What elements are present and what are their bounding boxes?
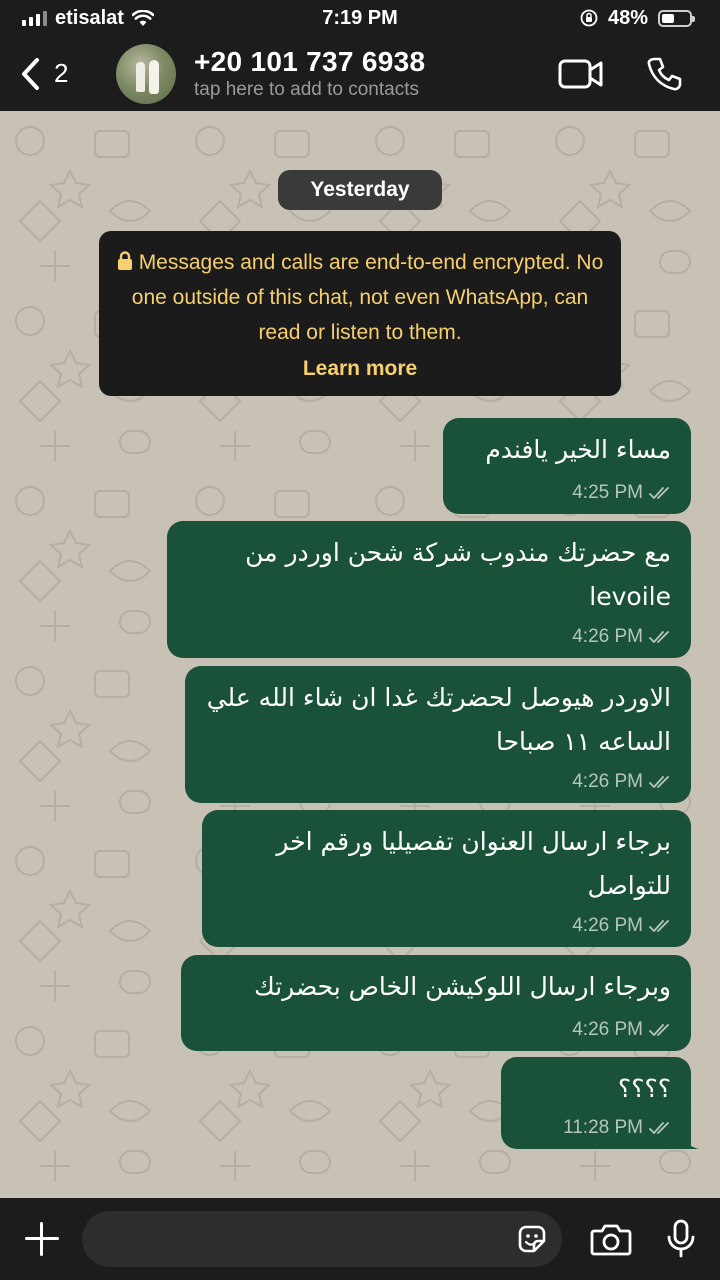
- contact-info[interactable]: +20 101 737 6938 tap here to add to cont…: [194, 46, 425, 101]
- battery-icon: [658, 9, 695, 27]
- message-input[interactable]: [82, 1211, 562, 1267]
- carrier-label: etisalat: [55, 6, 124, 29]
- avatar-figure: [136, 61, 145, 92]
- encryption-notice[interactable]: Messages and calls are end-to-end encryp…: [99, 231, 621, 396]
- date-divider: Yesterday: [278, 170, 442, 210]
- message-bubble[interactable]: مساء الخير يافندم 4:25 PM: [443, 418, 691, 514]
- message-time: 4:25 PM: [572, 482, 643, 503]
- learn-more-link[interactable]: Learn more: [115, 351, 605, 386]
- message-text: برجاء ارسال العنوان تفصيليا ورقم اخر للت…: [276, 827, 671, 900]
- input-bar: [0, 1198, 720, 1280]
- message-meta: 4:26 PM: [572, 771, 673, 793]
- orientation-lock-icon: [580, 9, 598, 27]
- status-bar: etisalat 7:19 PM 48%: [0, 0, 720, 36]
- avatar-figure: [149, 59, 159, 94]
- wifi-icon: [131, 9, 154, 26]
- message-bubble[interactable]: وبرجاء ارسال اللوكيشن الخاص بحضرتك 4:26 …: [181, 955, 691, 1051]
- message-bubble[interactable]: الاوردر هيوصل لحضرتك غدا ان شاء الله علي…: [185, 666, 691, 803]
- camera-icon[interactable]: [590, 1222, 632, 1256]
- phone-icon[interactable]: [646, 56, 682, 92]
- signal-icon: [22, 10, 47, 26]
- message-meta: 11:28 PM: [563, 1117, 673, 1139]
- message-time: 4:26 PM: [572, 915, 643, 936]
- avatar[interactable]: [116, 43, 176, 104]
- chat-area[interactable]: Yesterday Messages and calls are end-to-…: [0, 111, 720, 1198]
- message-bubble[interactable]: ؟؟؟؟ 11:28 PM: [501, 1057, 699, 1149]
- unread-count: 2: [54, 58, 69, 88]
- double-check-icon: [649, 920, 669, 932]
- bubble-tail: [679, 1129, 699, 1149]
- lock-icon: [117, 251, 132, 270]
- message-time: 11:28 PM: [563, 1117, 643, 1138]
- double-check-icon: [649, 631, 669, 643]
- sticker-icon[interactable]: [516, 1223, 548, 1255]
- battery-percent: 48%: [607, 6, 648, 29]
- back-button[interactable]: 2: [20, 57, 110, 91]
- message-meta: 4:26 PM: [572, 915, 673, 937]
- status-right: 48%: [580, 6, 695, 30]
- status-left: etisalat: [22, 7, 154, 30]
- message-text: مع حضرتك مندوب شركة شحن اوردر من levoile: [245, 538, 671, 611]
- battery-fill: [662, 13, 675, 23]
- message-meta: 4:25 PM: [572, 482, 673, 504]
- message-meta: 4:26 PM: [572, 1019, 673, 1041]
- video-call-icon[interactable]: [558, 59, 604, 89]
- message-text: ؟؟؟؟: [617, 1074, 671, 1103]
- message-time: 4:26 PM: [572, 771, 643, 792]
- header-actions: [558, 56, 682, 92]
- contact-subtitle: tap here to add to contacts: [194, 79, 419, 100]
- microphone-icon[interactable]: [666, 1219, 696, 1259]
- double-check-icon: [649, 1024, 669, 1036]
- contact-name: +20 101 737 6938: [194, 46, 426, 77]
- encryption-notice-text: Messages and calls are end-to-end encryp…: [131, 251, 604, 344]
- message-bubble[interactable]: برجاء ارسال العنوان تفصيليا ورقم اخر للت…: [202, 810, 691, 947]
- plus-icon[interactable]: [22, 1219, 62, 1259]
- message-text: الاوردر هيوصل لحضرتك غدا ان شاء الله علي…: [206, 683, 671, 756]
- message-text: مساء الخير يافندم: [485, 435, 671, 464]
- message-time: 4:26 PM: [572, 626, 643, 647]
- message-time: 4:26 PM: [572, 1019, 643, 1040]
- message-bubble[interactable]: مع حضرتك مندوب شركة شحن اوردر من levoile…: [167, 521, 691, 658]
- message-meta: 4:26 PM: [572, 626, 673, 648]
- double-check-icon: [649, 487, 669, 499]
- message-text: وبرجاء ارسال اللوكيشن الخاص بحضرتك: [254, 972, 671, 1001]
- double-check-icon: [649, 1122, 669, 1134]
- chat-header: 2 +20 101 737 6938 tap here to add to co…: [0, 36, 720, 111]
- double-check-icon: [649, 776, 669, 788]
- chevron-left-icon: [22, 57, 39, 90]
